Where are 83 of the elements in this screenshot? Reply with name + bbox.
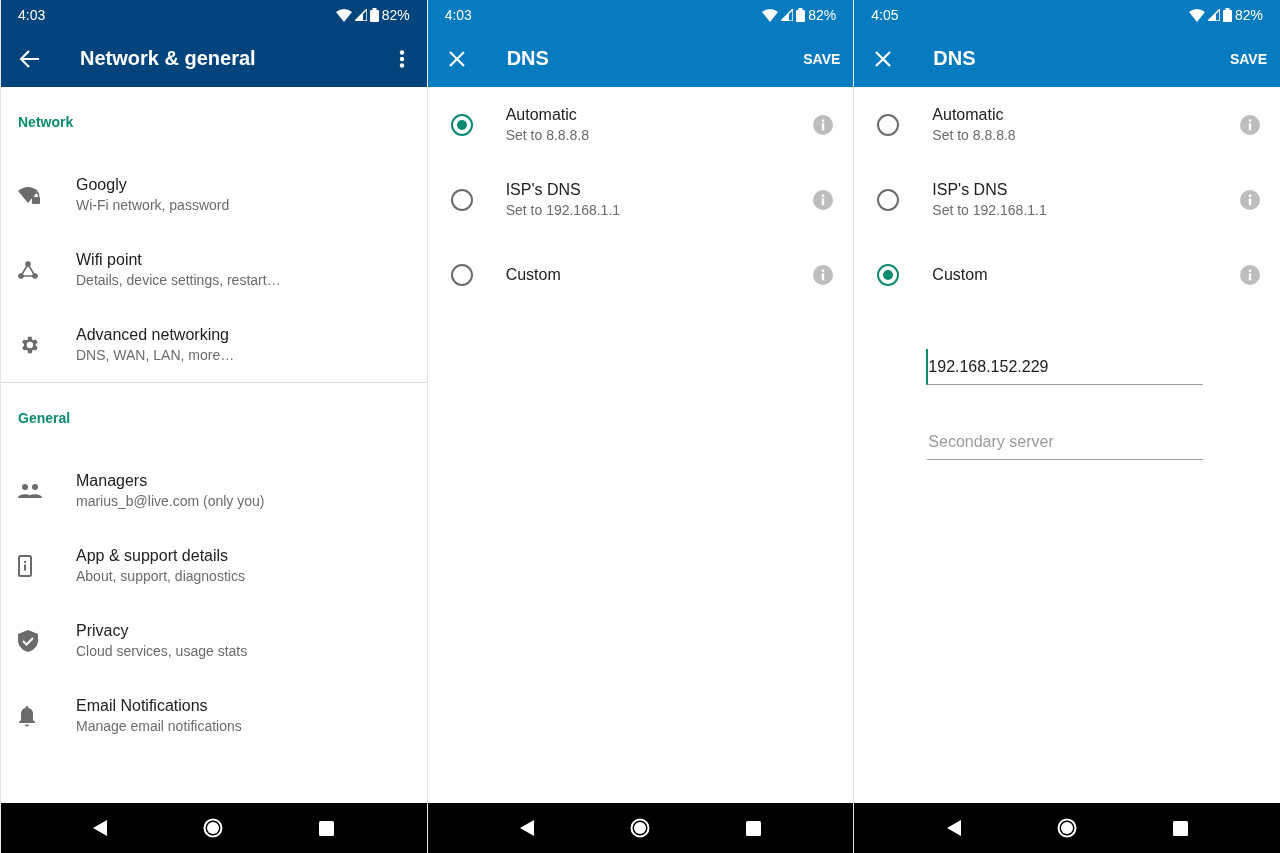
back-nav-icon[interactable] (946, 820, 961, 836)
option-subtitle: Set to 8.8.8.8 (932, 127, 1017, 143)
radio-button[interactable] (877, 188, 900, 211)
battery-percent: 82% (381, 7, 410, 23)
screen-title: DNS (506, 47, 550, 70)
option-title: ISP's DNS (505, 181, 582, 199)
recents-nav-icon[interactable] (1172, 820, 1188, 836)
more-icon[interactable] (398, 49, 405, 68)
battery-percent: 82% (808, 7, 837, 23)
option-title: Custom (932, 265, 989, 284)
option-title: Automatic (932, 106, 1005, 124)
screen-title: Network & general (80, 47, 257, 70)
radio-button[interactable] (450, 263, 473, 286)
triangle-nodes-icon (18, 260, 38, 279)
phone-info-icon (18, 554, 32, 577)
battery-icon (1222, 8, 1232, 22)
signal-icon (354, 9, 367, 21)
back-nav-icon[interactable] (520, 820, 534, 836)
item-title: Googly (76, 176, 128, 194)
battery-icon (796, 8, 806, 22)
option-subtitle: Set to 192.168.1.1 (505, 202, 622, 218)
dns-option[interactable]: Custom (427, 237, 854, 312)
item-subtitle: About, support, diagnostics (76, 568, 246, 584)
item-title: Wifi point (76, 251, 143, 269)
item-title: Privacy (76, 622, 130, 640)
shield-check-icon (18, 629, 38, 652)
dns-option[interactable]: Custom (854, 237, 1280, 312)
settings-item[interactable]: App & support details About, support, diagnostics (1, 528, 427, 603)
dns-option[interactable]: Automatic Set to 8.8.8.8 (854, 87, 1280, 162)
wifi-lock-icon (18, 184, 42, 205)
dns-server-field[interactable]: Secondary server (926, 424, 1204, 460)
dns-option[interactable]: ISP's DNS Set to 192.168.1.1 (854, 162, 1280, 237)
item-subtitle: Cloud services, usage stats (76, 643, 249, 659)
battery-icon (369, 8, 379, 22)
dns-server-field[interactable]: 192.168.152.229 (926, 349, 1204, 385)
radio-button[interactable] (877, 113, 900, 136)
settings-item[interactable]: Privacy Cloud services, usage stats (1, 603, 427, 678)
battery-percent: 82% (1234, 7, 1263, 23)
people-icon (18, 483, 42, 498)
dns-option[interactable]: Automatic Set to 8.8.8.8 (427, 87, 854, 162)
item-subtitle: Details, device settings, restart… (76, 272, 282, 288)
settings-item[interactable]: Googly Wi-Fi network, password (1, 157, 427, 232)
screen-title: DNS (933, 47, 977, 70)
section-heading: General (17, 409, 72, 428)
item-subtitle: marius_b@live.com (only you) (76, 493, 266, 509)
bell-icon (18, 704, 36, 727)
item-subtitle: DNS, WAN, LAN, more… (76, 347, 236, 363)
radio-button[interactable] (877, 263, 900, 286)
status-time: 4:05 (871, 7, 899, 23)
option-subtitle: Set to 8.8.8.8 (505, 127, 590, 143)
settings-item[interactable]: Wifi point Details, device settings, restart… (1, 232, 427, 307)
dns-option[interactable]: ISP's DNS Set to 192.168.1.1 (427, 162, 854, 237)
settings-item[interactable]: Advanced networking DNS, WAN, LAN, more… (1, 307, 427, 382)
item-subtitle: Manage email notifications (76, 718, 243, 734)
wifi-icon (762, 8, 779, 22)
item-subtitle: Wi-Fi network, password (76, 197, 231, 213)
item-title: Advanced networking (76, 326, 230, 344)
option-title: ISP's DNS (932, 181, 1009, 199)
option-title: Automatic (505, 106, 578, 124)
home-nav-icon[interactable] (203, 818, 224, 838)
recents-nav-icon[interactable] (319, 820, 335, 836)
wifi-icon (1188, 8, 1205, 22)
item-title: Managers (76, 472, 149, 490)
radio-button[interactable] (450, 113, 473, 136)
signal-icon (1207, 9, 1220, 21)
item-title: Email Notifications (76, 697, 209, 715)
settings-item[interactable]: Managers marius_b@live.com (only you) (1, 453, 427, 528)
save-button[interactable]: SAVE (803, 46, 841, 71)
option-subtitle: Set to 192.168.1.1 (932, 202, 1048, 218)
settings-item[interactable]: Email Notifications Manage email notifications (1, 678, 427, 753)
home-nav-icon[interactable] (630, 818, 650, 838)
status-time: 4:03 (444, 7, 472, 23)
section-heading: Network (17, 113, 75, 132)
radio-button[interactable] (450, 188, 473, 211)
wifi-icon (335, 8, 352, 22)
save-button[interactable]: SAVE (1229, 46, 1267, 71)
back-nav-icon[interactable] (93, 820, 108, 836)
signal-icon (781, 9, 794, 21)
status-time: 4:03 (18, 7, 46, 23)
item-title: App & support details (76, 547, 230, 565)
recents-nav-icon[interactable] (746, 820, 761, 836)
option-title: Custom (505, 265, 562, 284)
home-nav-icon[interactable] (1056, 818, 1077, 838)
